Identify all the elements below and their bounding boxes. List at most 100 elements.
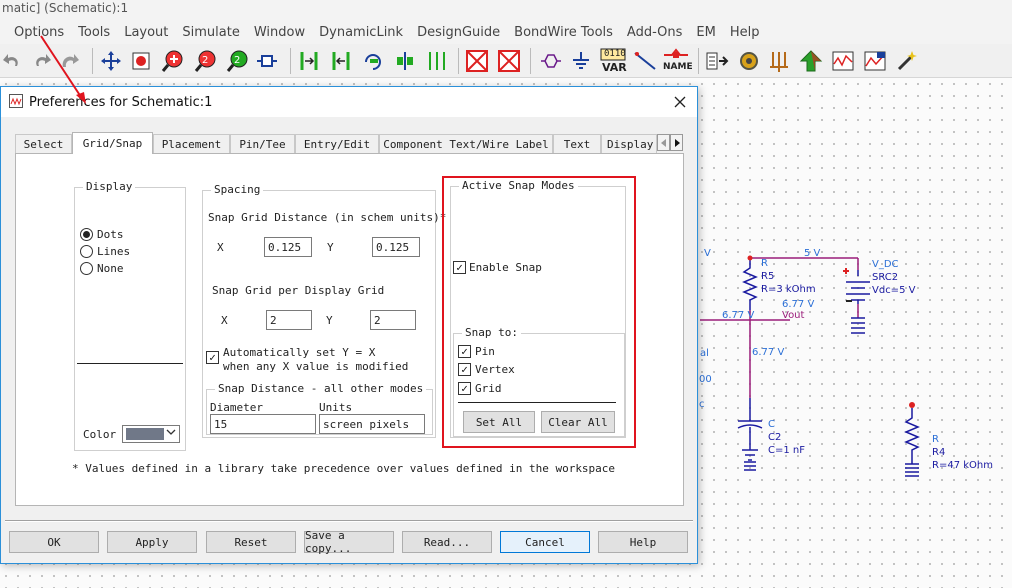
tab-grid-snap[interactable]: Grid/Snap (72, 132, 153, 154)
svg-text:2: 2 (202, 55, 208, 66)
menu-tools[interactable]: Tools (78, 25, 110, 40)
radio-none-label: None (97, 262, 124, 275)
read-button[interactable]: Read... (402, 531, 492, 553)
auto-set-checkbox[interactable]: ✓ (206, 351, 219, 364)
short-icon[interactable] (496, 48, 522, 74)
label-al: al (700, 348, 709, 359)
label-r: R (761, 258, 768, 269)
dialog-title-bar: Preferences for Schematic:1 (1, 87, 697, 117)
per-display-y-input[interactable]: 2 (370, 310, 416, 330)
zoom-in-icon[interactable] (160, 48, 186, 74)
apply-button[interactable]: Apply (107, 531, 197, 553)
tab-pin-tee[interactable]: Pin/Tee (230, 134, 295, 153)
reset-button[interactable]: Reset (206, 531, 296, 553)
label-c: C (768, 419, 775, 430)
color-label: Color (83, 428, 117, 441)
zoom-out-icon[interactable]: 2 (224, 48, 250, 74)
rotate-icon[interactable] (360, 48, 386, 74)
x-label: X (217, 241, 224, 254)
help-button[interactable]: Help (598, 531, 688, 553)
menu-add-ons[interactable]: Add-Ons (627, 25, 682, 40)
var-icon[interactable]: 0110 VAR (598, 48, 628, 74)
menu-em[interactable]: EM (696, 25, 715, 40)
py-label: Y (326, 314, 333, 327)
tab-display[interactable]: Display (601, 134, 657, 153)
units-label: Units (319, 401, 353, 414)
toolbar: 2 2 0110 VAR NAME (0, 44, 1012, 78)
menu-bondwire-tools[interactable]: BondWire Tools (514, 25, 613, 40)
ground-icon[interactable] (568, 48, 594, 74)
move-icon[interactable] (98, 48, 124, 74)
label-c2-value: C=1 nF (768, 445, 805, 456)
tab-scroll-right[interactable] (670, 134, 683, 151)
menu-layout[interactable]: Layout (124, 25, 168, 40)
per-display-x-input[interactable]: 2 (266, 310, 312, 330)
name-icon[interactable]: NAME (660, 48, 693, 74)
wire-icon[interactable] (296, 48, 322, 74)
radio-none[interactable] (80, 262, 93, 275)
tab-text[interactable]: Text (553, 134, 601, 153)
var-icon-top: 0110 (604, 49, 626, 59)
ok-button[interactable]: OK (9, 531, 99, 553)
tab-scroll-left[interactable] (657, 134, 670, 151)
auto-set-label-2: when any X value is modified (223, 360, 409, 373)
menu-window[interactable]: Window (254, 25, 305, 40)
menu-help[interactable]: Help (730, 25, 760, 40)
color-picker[interactable] (122, 425, 180, 443)
label-src2: SRC2 (872, 272, 899, 283)
chart-window-icon[interactable] (862, 48, 888, 74)
spacing-group: Spacing Snap Grid Distance (in schem uni… (202, 183, 446, 438)
snap-y-input[interactable]: 0.125 (372, 237, 420, 257)
component-icon[interactable] (538, 48, 564, 74)
highlight-box (442, 176, 636, 448)
menu-designguide[interactable]: DesignGuide (417, 25, 500, 40)
port-icon[interactable] (254, 48, 280, 74)
ground-lines-c2 (744, 461, 756, 471)
ground-r4 (905, 460, 919, 477)
tune-icon[interactable] (736, 48, 762, 74)
grid-snap-panel: Display Dots Lines None Color Spacing Sn… (15, 153, 684, 506)
diameter-input[interactable]: 15 (210, 414, 316, 434)
wire-draw-icon[interactable] (632, 48, 658, 74)
diameter-label: Diameter (210, 401, 263, 414)
magic-icon[interactable] (894, 48, 920, 74)
align-icon[interactable] (424, 48, 450, 74)
tab-entry-edit[interactable]: Entry/Edit (295, 134, 379, 153)
snap-y-value: 0.125 (376, 240, 410, 254)
deactivate-icon[interactable] (464, 48, 490, 74)
label-677-a: 6.77 V (782, 299, 815, 310)
battery-src2 (846, 270, 870, 304)
zoom-area-icon[interactable]: 2 (192, 48, 218, 74)
display-group-label: Display (83, 180, 136, 193)
close-button[interactable] (669, 91, 691, 113)
optimize-icon[interactable] (766, 48, 792, 74)
cancel-button[interactable]: Cancel (500, 531, 590, 553)
tab-placement[interactable]: Placement (153, 134, 230, 153)
simulate-icon[interactable] (704, 48, 730, 74)
undo-icon[interactable] (0, 48, 26, 74)
menu-dynamiclink[interactable]: DynamicLink (319, 25, 403, 40)
menu-options[interactable]: Options (14, 25, 64, 40)
footnote: * Values defined in a library take prece… (72, 462, 616, 475)
tab-select[interactable]: Select (15, 134, 72, 153)
tab-component-text[interactable]: Component Text/Wire Label (379, 134, 553, 153)
name-icon-label: NAME (663, 62, 693, 72)
redo-icon[interactable] (28, 48, 54, 74)
units-input[interactable]: screen pixels (319, 414, 425, 434)
wire-alt-icon[interactable] (328, 48, 354, 74)
radio-lines[interactable] (80, 245, 93, 258)
snap-distance-label: Snap Distance - all other modes (215, 382, 427, 395)
radio-dots[interactable] (80, 228, 93, 241)
redo-alt-icon[interactable] (56, 48, 82, 74)
label-r4: R4 (932, 447, 946, 458)
stop-icon[interactable] (128, 48, 154, 74)
save-copy-button[interactable]: Save a copy... (304, 529, 394, 555)
px-label: X (221, 314, 228, 327)
flip-icon[interactable] (392, 48, 418, 74)
radio-dots-label: Dots (97, 228, 124, 241)
snap-x-input[interactable]: 0.125 (264, 237, 312, 257)
menu-simulate[interactable]: Simulate (182, 25, 239, 40)
auto-set-label-1: Automatically set Y = X (223, 346, 376, 359)
plot-icon[interactable] (798, 48, 824, 74)
data-display-icon[interactable] (830, 48, 856, 74)
